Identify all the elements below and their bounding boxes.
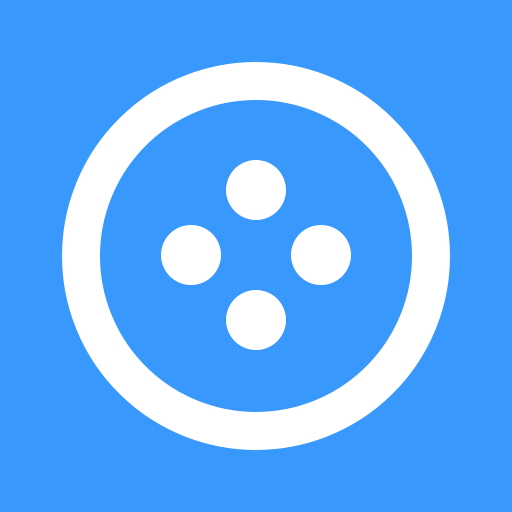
dot-left xyxy=(161,225,221,285)
dot-top xyxy=(226,160,286,220)
app-icon xyxy=(0,0,512,512)
dot-right xyxy=(291,225,351,285)
gamepad-circle-icon xyxy=(0,0,512,512)
dot-bottom xyxy=(226,290,286,350)
